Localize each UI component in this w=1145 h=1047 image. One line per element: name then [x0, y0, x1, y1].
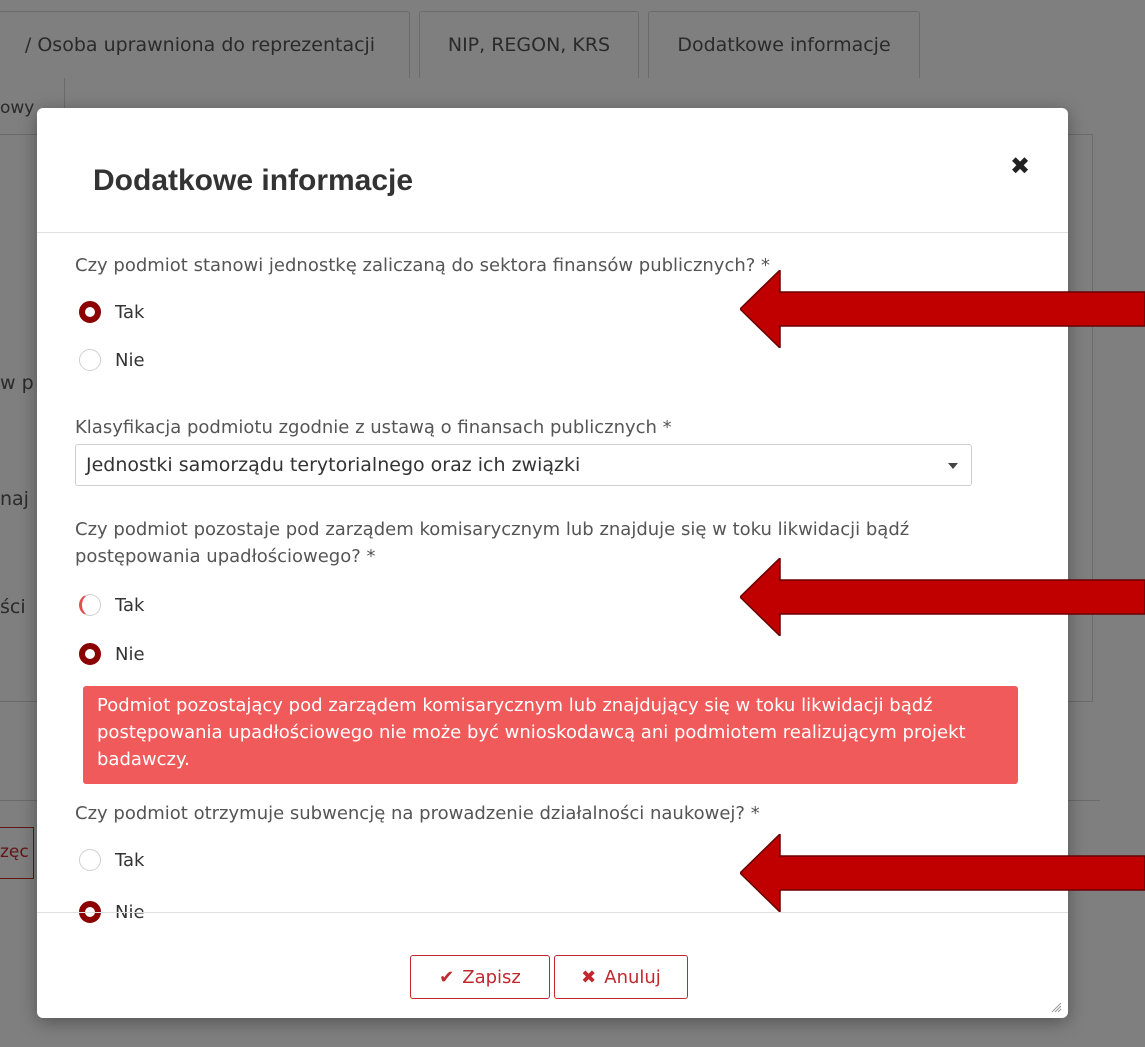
modal-header: Dodatkowe informacje ✖ — [37, 108, 1068, 233]
classification-label: Klasyfikacja podmiotu zgodnie z ustawą o… — [75, 417, 672, 438]
check-icon: ✔ — [439, 966, 455, 988]
classification-selected-value: Jednostki samorządu terytorialnego oraz … — [86, 454, 581, 476]
annotation-arrow-icon — [740, 834, 1145, 912]
annotation-arrow-icon — [740, 558, 1145, 636]
save-button[interactable]: ✔ Zapisz — [410, 955, 550, 999]
radio-sector-nie[interactable]: Nie — [79, 346, 145, 374]
radio-subsidy-tak[interactable]: Tak — [79, 846, 144, 874]
modal-footer: ✔ Zapisz ✖ Anuluj — [37, 912, 1068, 1019]
question-subsidy-label: Czy podmiot otrzymuje subwencję na prowa… — [75, 803, 760, 824]
annotation-arrow-icon — [740, 270, 1145, 348]
resize-grip-icon[interactable] — [1050, 1001, 1062, 1013]
radio-unchecked-icon — [79, 849, 101, 871]
radio-administration-tak[interactable]: Tak — [79, 591, 144, 619]
radio-checked-icon — [79, 643, 101, 665]
radio-unchecked-icon — [79, 349, 101, 371]
modal-title: Dodatkowe informacje — [93, 164, 414, 197]
chevron-down-icon — [948, 463, 958, 469]
radio-unchecked-icon — [79, 594, 101, 616]
radio-checked-icon — [79, 301, 101, 323]
x-icon: ✖ — [581, 966, 597, 988]
administration-alert: Podmiot pozostający pod zarządem komisar… — [83, 686, 1018, 784]
cancel-button[interactable]: ✖ Anuluj — [554, 955, 688, 999]
radio-sector-tak[interactable]: Tak — [79, 298, 144, 326]
radio-administration-nie[interactable]: Nie — [79, 640, 145, 668]
close-icon[interactable]: ✖ — [1008, 154, 1032, 178]
classification-select[interactable]: Jednostki samorządu terytorialnego oraz … — [75, 444, 972, 486]
